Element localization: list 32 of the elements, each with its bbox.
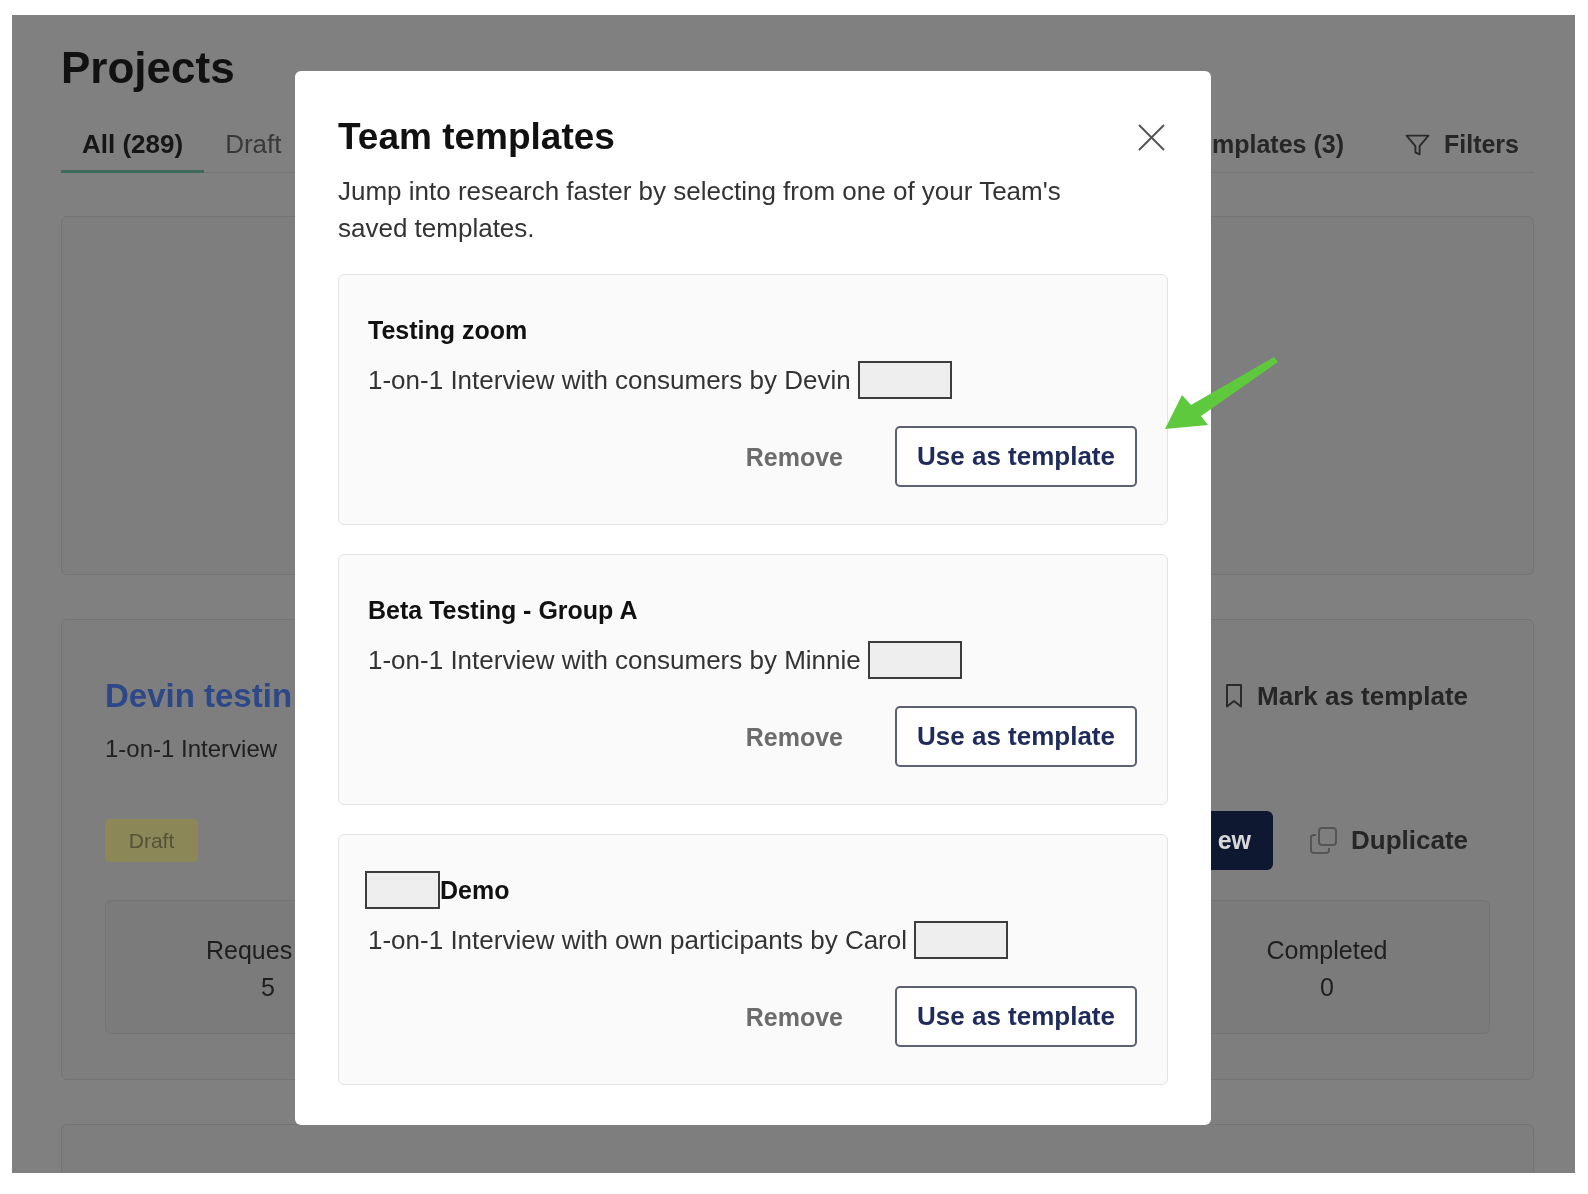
close-button[interactable] (1138, 124, 1165, 151)
stat-value: 5 (261, 973, 275, 1001)
mark-as-template-button[interactable]: Mark as template (1225, 676, 1468, 716)
template-title: Demo (440, 875, 510, 905)
remove-button[interactable]: Remove (745, 441, 843, 472)
stat-label: Reques (206, 936, 293, 964)
bookmark-icon (1225, 684, 1243, 708)
use-as-template-button[interactable]: Use as template (895, 986, 1137, 1047)
modal-title: Team templates (338, 115, 615, 159)
filters-button[interactable]: Filters (1404, 126, 1519, 164)
filter-icon (1404, 132, 1430, 158)
remove-button[interactable]: Remove (745, 721, 843, 752)
template-description: 1-on-1 Interview with consumers by Devin (368, 365, 851, 395)
templates-button[interactable]: mplates (3) (1211, 126, 1344, 164)
primary-action-button[interactable]: ew (1211, 811, 1273, 870)
remove-button[interactable]: Remove (745, 1001, 843, 1032)
tab[interactable]: All (289) (61, 118, 205, 173)
tab[interactable]: Draft (204, 118, 282, 173)
page-title: Projects (61, 43, 236, 93)
use-as-template-button[interactable]: Use as template (895, 426, 1137, 487)
copy-icon (1309, 827, 1337, 854)
stat-value: 0 (1320, 973, 1334, 1001)
close-icon (1138, 124, 1165, 151)
template-title: Testing zoom (368, 315, 528, 345)
template-description: 1-on-1 Interview with own participants by Carol (368, 925, 908, 955)
modal-description: Jump into research faster by selecting from one of your Team's saved templates. (338, 175, 1062, 245)
stat-label: Completed (1266, 936, 1388, 964)
template-description: 1-on-1 Interview with consumers by Minnie (368, 645, 861, 675)
use-as-template-button[interactable]: Use as template (895, 706, 1137, 767)
project-description: 1-on-1 Interview (105, 735, 278, 763)
duplicate-button[interactable]: Duplicate (1309, 821, 1468, 860)
template-title: Beta Testing - Group A (368, 595, 638, 625)
